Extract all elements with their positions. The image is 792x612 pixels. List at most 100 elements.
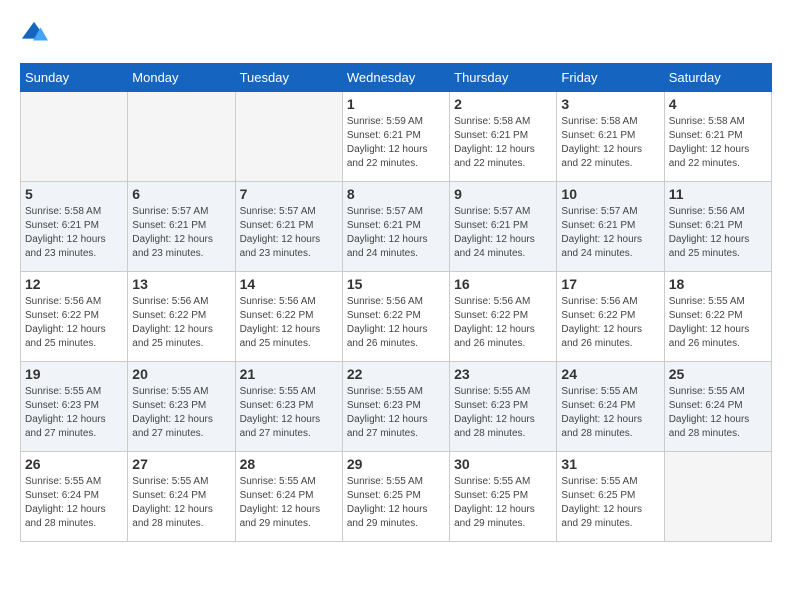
day-info: Sunrise: 5:56 AMSunset: 6:21 PMDaylight:… (669, 205, 767, 261)
day-number: 31 (561, 456, 659, 472)
calendar-cell: 27 Sunrise: 5:55 AMSunset: 6:24 PMDayligh… (128, 452, 235, 542)
day-info: Sunrise: 5:57 AMSunset: 6:21 PMDaylight:… (347, 205, 445, 261)
day-info: Sunrise: 5:56 AMSunset: 6:22 PMDaylight:… (25, 295, 123, 351)
day-number: 25 (669, 366, 767, 382)
day-number: 8 (347, 186, 445, 202)
day-info: Sunrise: 5:56 AMSunset: 6:22 PMDaylight:… (240, 295, 338, 351)
day-info: Sunrise: 5:55 AMSunset: 6:24 PMDaylight:… (561, 385, 659, 441)
day-info: Sunrise: 5:57 AMSunset: 6:21 PMDaylight:… (240, 205, 338, 261)
day-number: 27 (132, 456, 230, 472)
day-info: Sunrise: 5:59 AMSunset: 6:21 PMDaylight:… (347, 115, 445, 171)
day-info: Sunrise: 5:57 AMSunset: 6:21 PMDaylight:… (561, 205, 659, 261)
calendar-cell: 29 Sunrise: 5:55 AMSunset: 6:25 PMDayligh… (342, 452, 449, 542)
calendar-cell: 28 Sunrise: 5:55 AMSunset: 6:24 PMDayligh… (235, 452, 342, 542)
day-info: Sunrise: 5:55 AMSunset: 6:23 PMDaylight:… (454, 385, 552, 441)
day-number: 11 (669, 186, 767, 202)
calendar-cell: 8 Sunrise: 5:57 AMSunset: 6:21 PMDaylight… (342, 182, 449, 272)
calendar-cell: 30Sunrise: 5:55 AMSunset: 6:25 PMDayligh… (450, 452, 557, 542)
calendar-cell (128, 92, 235, 182)
calendar-cell: 23 Sunrise: 5:55 AMSunset: 6:23 PMDayligh… (450, 362, 557, 452)
calendar-cell: 18 Sunrise: 5:55 AMSunset: 6:22 PMDayligh… (664, 272, 771, 362)
day-number: 4 (669, 96, 767, 112)
calendar-cell: 1 Sunrise: 5:59 AMSunset: 6:21 PMDaylight… (342, 92, 449, 182)
day-number: 29 (347, 456, 445, 472)
calendar-week-row: 19 Sunrise: 5:55 AMSunset: 6:23 PMDayligh… (21, 362, 772, 452)
day-info: Sunrise: 5:55 AMSunset: 6:25 PMDaylight:… (561, 475, 659, 531)
day-number: 23 (454, 366, 552, 382)
calendar-header-tuesday: Tuesday (235, 64, 342, 92)
calendar-cell: 26Sunrise: 5:55 AMSunset: 6:24 PMDayligh… (21, 452, 128, 542)
day-info: Sunrise: 5:55 AMSunset: 6:24 PMDaylight:… (669, 385, 767, 441)
calendar-header-wednesday: Wednesday (342, 64, 449, 92)
day-info: Sunrise: 5:55 AMSunset: 6:23 PMDaylight:… (25, 385, 123, 441)
day-info: Sunrise: 5:55 AMSunset: 6:24 PMDaylight:… (25, 475, 123, 531)
day-info: Sunrise: 5:58 AMSunset: 6:21 PMDaylight:… (25, 205, 123, 261)
logo-icon (20, 20, 48, 48)
day-number: 2 (454, 96, 552, 112)
day-info: Sunrise: 5:55 AMSunset: 6:25 PMDaylight:… (347, 475, 445, 531)
day-number: 10 (561, 186, 659, 202)
calendar-cell: 6 Sunrise: 5:57 AMSunset: 6:21 PMDaylight… (128, 182, 235, 272)
day-info: Sunrise: 5:55 AMSunset: 6:23 PMDaylight:… (347, 385, 445, 441)
day-number: 6 (132, 186, 230, 202)
day-number: 1 (347, 96, 445, 112)
calendar-header-friday: Friday (557, 64, 664, 92)
calendar-cell: 22 Sunrise: 5:55 AMSunset: 6:23 PMDayligh… (342, 362, 449, 452)
calendar-cell: 25 Sunrise: 5:55 AMSunset: 6:24 PMDayligh… (664, 362, 771, 452)
day-number: 12 (25, 276, 123, 292)
calendar-cell: 5 Sunrise: 5:58 AMSunset: 6:21 PMDaylight… (21, 182, 128, 272)
calendar-header-row: SundayMondayTuesdayWednesdayThursdayFrid… (21, 64, 772, 92)
day-info: Sunrise: 5:55 AMSunset: 6:24 PMDaylight:… (132, 475, 230, 531)
calendar-cell (235, 92, 342, 182)
day-number: 18 (669, 276, 767, 292)
day-number: 24 (561, 366, 659, 382)
calendar-cell: 16Sunrise: 5:56 AMSunset: 6:22 PMDayligh… (450, 272, 557, 362)
logo (20, 20, 52, 48)
calendar-cell: 31 Sunrise: 5:55 AMSunset: 6:25 PMDayligh… (557, 452, 664, 542)
calendar-header-monday: Monday (128, 64, 235, 92)
day-info: Sunrise: 5:58 AMSunset: 6:21 PMDaylight:… (669, 115, 767, 171)
day-number: 9 (454, 186, 552, 202)
day-number: 14 (240, 276, 338, 292)
day-number: 22 (347, 366, 445, 382)
calendar-cell: 10 Sunrise: 5:57 AMSunset: 6:21 PMDayligh… (557, 182, 664, 272)
calendar-cell: 20 Sunrise: 5:55 AMSunset: 6:23 PMDayligh… (128, 362, 235, 452)
day-number: 21 (240, 366, 338, 382)
day-info: Sunrise: 5:56 AMSunset: 6:22 PMDaylight:… (347, 295, 445, 351)
calendar-cell: 19 Sunrise: 5:55 AMSunset: 6:23 PMDayligh… (21, 362, 128, 452)
day-info: Sunrise: 5:58 AMSunset: 6:21 PMDaylight:… (561, 115, 659, 171)
day-info: Sunrise: 5:55 AMSunset: 6:22 PMDaylight:… (669, 295, 767, 351)
day-info: Sunrise: 5:57 AMSunset: 6:21 PMDaylight:… (132, 205, 230, 261)
day-number: 20 (132, 366, 230, 382)
day-number: 5 (25, 186, 123, 202)
calendar-table: SundayMondayTuesdayWednesdayThursdayFrid… (20, 63, 772, 542)
day-number: 19 (25, 366, 123, 382)
calendar-header-sunday: Sunday (21, 64, 128, 92)
calendar-cell: 3Sunrise: 5:58 AMSunset: 6:21 PMDaylight… (557, 92, 664, 182)
day-number: 28 (240, 456, 338, 472)
page-header (20, 20, 772, 48)
day-number: 30 (454, 456, 552, 472)
calendar-cell: 2Sunrise: 5:58 AMSunset: 6:21 PMDaylight… (450, 92, 557, 182)
day-info: Sunrise: 5:55 AMSunset: 6:23 PMDaylight:… (132, 385, 230, 441)
calendar-cell: 21Sunrise: 5:55 AMSunset: 6:23 PMDayligh… (235, 362, 342, 452)
calendar-cell: 24 Sunrise: 5:55 AMSunset: 6:24 PMDayligh… (557, 362, 664, 452)
calendar-cell (664, 452, 771, 542)
calendar-cell: 11 Sunrise: 5:56 AMSunset: 6:21 PMDayligh… (664, 182, 771, 272)
day-info: Sunrise: 5:57 AMSunset: 6:21 PMDaylight:… (454, 205, 552, 261)
calendar-week-row: 1 Sunrise: 5:59 AMSunset: 6:21 PMDaylight… (21, 92, 772, 182)
day-number: 17 (561, 276, 659, 292)
calendar-cell: 14 Sunrise: 5:56 AMSunset: 6:22 PMDayligh… (235, 272, 342, 362)
calendar-week-row: 26Sunrise: 5:55 AMSunset: 6:24 PMDayligh… (21, 452, 772, 542)
day-number: 13 (132, 276, 230, 292)
calendar-header-saturday: Saturday (664, 64, 771, 92)
day-info: Sunrise: 5:56 AMSunset: 6:22 PMDaylight:… (132, 295, 230, 351)
calendar-cell: 13 Sunrise: 5:56 AMSunset: 6:22 PMDayligh… (128, 272, 235, 362)
calendar-cell: 12 Sunrise: 5:56 AMSunset: 6:22 PMDayligh… (21, 272, 128, 362)
day-info: Sunrise: 5:56 AMSunset: 6:22 PMDaylight:… (454, 295, 552, 351)
calendar-cell (21, 92, 128, 182)
calendar-cell: 4 Sunrise: 5:58 AMSunset: 6:21 PMDaylight… (664, 92, 771, 182)
day-info: Sunrise: 5:55 AMSunset: 6:24 PMDaylight:… (240, 475, 338, 531)
day-number: 15 (347, 276, 445, 292)
calendar-week-row: 5 Sunrise: 5:58 AMSunset: 6:21 PMDaylight… (21, 182, 772, 272)
